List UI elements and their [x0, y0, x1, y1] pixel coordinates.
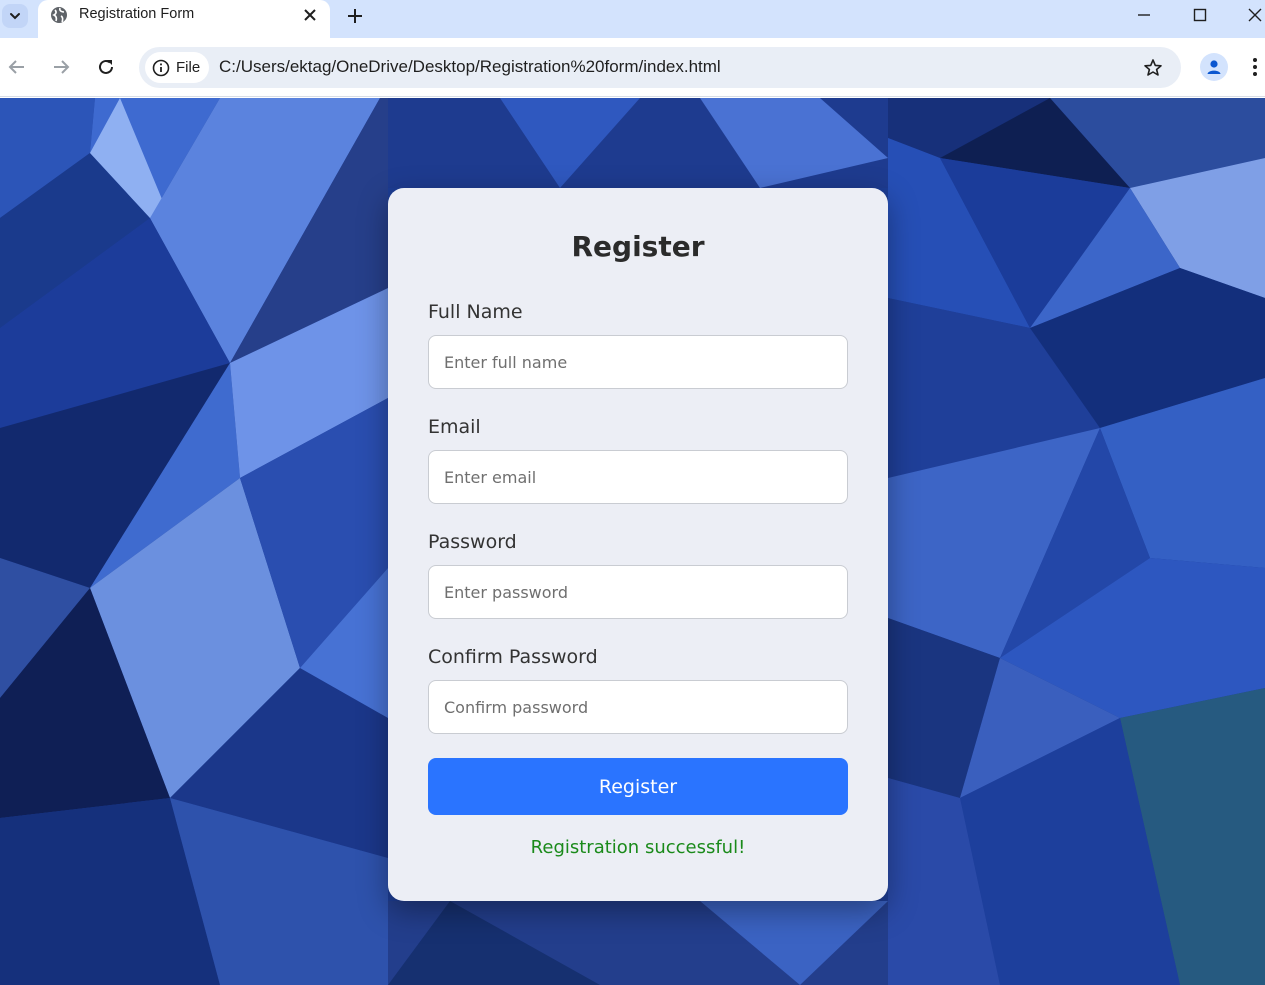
form-title: Register — [571, 230, 705, 263]
new-tab-button[interactable] — [343, 4, 367, 28]
more-icon — [1253, 58, 1257, 76]
status-message: Registration successful! — [530, 837, 746, 858]
chevron-down-icon — [10, 13, 20, 20]
address-bar[interactable]: File C:/Users/ektag/OneDrive/Desktop/Reg… — [139, 47, 1181, 88]
tab-strip: Registration Form — [0, 0, 1265, 38]
confirm-password-input[interactable] — [428, 680, 848, 734]
confirm-password-label: Confirm Password — [428, 646, 598, 668]
site-info-chip[interactable]: File — [145, 52, 209, 83]
reload-button[interactable] — [94, 55, 118, 79]
globe-icon — [51, 7, 67, 23]
maximize-icon — [1193, 8, 1207, 22]
browser-menu-button[interactable] — [1248, 54, 1262, 80]
bookmark-button[interactable] — [1141, 56, 1165, 80]
close-tab-button[interactable] — [300, 5, 320, 25]
full-name-input[interactable] — [428, 335, 848, 389]
reload-icon — [99, 59, 113, 74]
url-text[interactable]: C:/Users/ektag/OneDrive/Desktop/Registra… — [219, 57, 721, 77]
browser-toolbar: File C:/Users/ektag/OneDrive/Desktop/Reg… — [0, 38, 1265, 97]
minimize-icon — [1138, 14, 1150, 16]
back-button[interactable] — [5, 55, 29, 79]
password-input[interactable] — [428, 565, 848, 619]
full-name-label: Full Name — [428, 301, 523, 323]
email-label: Email — [428, 416, 481, 438]
forward-icon — [54, 60, 70, 74]
tab-title: Registration Form — [79, 6, 195, 22]
registration-card: Register Full Name Email Password Confir… — [388, 188, 888, 901]
plus-icon — [348, 9, 362, 23]
tab-registration-form[interactable]: Registration Form — [38, 0, 330, 38]
page-viewport: Register Full Name Email Password Confir… — [0, 98, 1265, 985]
close-icon — [304, 9, 316, 21]
chip-label: File — [176, 59, 201, 76]
back-icon — [8, 60, 24, 74]
window-close-icon — [1248, 8, 1262, 22]
profile-icon — [1207, 60, 1221, 74]
register-button[interactable]: Register — [428, 758, 848, 815]
email-input[interactable] — [428, 450, 848, 504]
star-icon — [1144, 59, 1162, 76]
forward-button[interactable] — [49, 55, 73, 79]
info-icon — [152, 59, 170, 76]
tab-list-button[interactable] — [2, 4, 28, 28]
minimize-button[interactable] — [1129, 4, 1159, 26]
maximize-button[interactable] — [1185, 4, 1215, 26]
window-close-button[interactable] — [1240, 4, 1265, 26]
password-label: Password — [428, 531, 517, 553]
profile-button[interactable] — [1200, 53, 1228, 81]
